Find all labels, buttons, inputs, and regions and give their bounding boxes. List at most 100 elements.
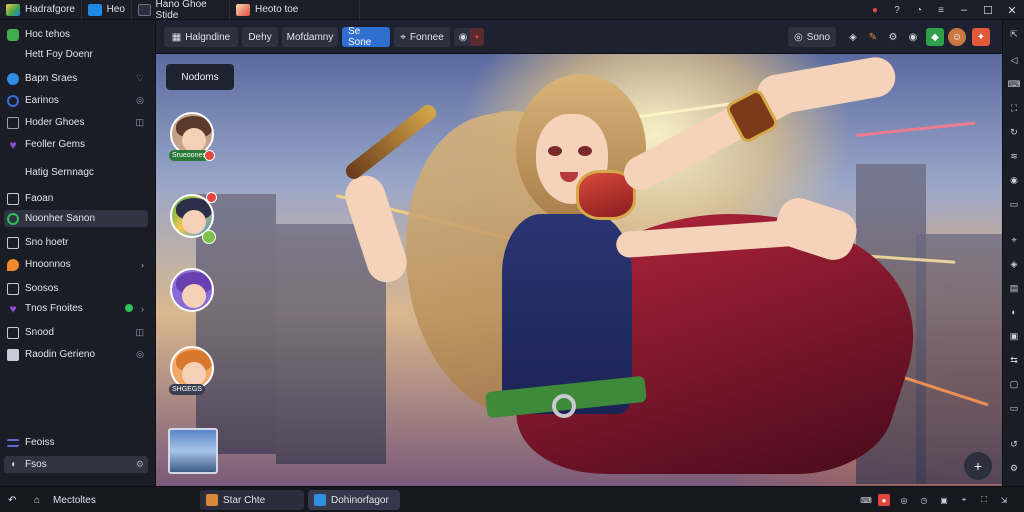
bottom-bar: ↶ ⌂ Mectoltes Star Chte Dohinorfagor ⌨ ●… [0, 486, 1024, 512]
close-icon[interactable]: ✕ [1000, 0, 1024, 20]
camera-icon[interactable]: ◉ [1008, 174, 1020, 186]
display-icon[interactable]: ▭ [1008, 402, 1020, 414]
add-button[interactable]: + [964, 452, 992, 480]
se-sone-button[interactable]: Se Sone [342, 26, 390, 48]
player-avatar[interactable] [170, 268, 214, 312]
shield-icon [7, 28, 19, 41]
sidebar-item-5[interactable]: ♥ Feoller Gems [4, 136, 148, 153]
target-icon[interactable]: ◎ [136, 95, 144, 106]
sidebar-item-11[interactable]: Soosos [4, 280, 148, 297]
shake-icon[interactable]: ≋ [1008, 150, 1020, 162]
expand-icon[interactable]: ⇲ [998, 494, 1010, 506]
screenshot-icon: ◈ [849, 31, 857, 43]
layers-icon[interactable]: ▤ [1008, 282, 1020, 294]
keyboard-icon[interactable]: ⌨ [860, 494, 872, 506]
help-icon[interactable]: ? [886, 0, 908, 20]
tab-heoto[interactable]: Heoto toe [230, 0, 360, 20]
sidebar-item-9[interactable]: Sno hoetr [4, 234, 148, 251]
doc-icon [7, 282, 19, 295]
fullscreen-icon[interactable]: ⛶ [978, 494, 990, 506]
task-dohinorfagor[interactable]: Dohinorfagor [308, 490, 400, 510]
sidebar-item-1[interactable]: Hett Foy Doenr [4, 46, 148, 63]
expand-icon[interactable]: ⇱ [1008, 28, 1020, 40]
location-icon[interactable]: ◈ [1008, 258, 1020, 270]
menu-icon[interactable]: ≡ [930, 0, 952, 20]
maximize-icon[interactable]: ☐ [976, 0, 1000, 20]
android-button[interactable]: ◆ [926, 28, 944, 46]
fonnee-button[interactable]: ⌖ Fonnee [394, 27, 450, 47]
record-icon[interactable]: ● [878, 494, 890, 506]
eco-mode-icon[interactable]: ◐ [1008, 306, 1020, 318]
profile-avatar[interactable]: ☺ [948, 28, 966, 46]
tab-app-home[interactable]: Hadrafgore [0, 0, 82, 20]
gamepad-icon[interactable]: ◎ [898, 494, 910, 506]
minimize-icon[interactable]: – [952, 0, 976, 20]
mofdamny-button[interactable]: Mofdamny [282, 27, 338, 47]
sidebar-item-8[interactable]: Noonher Sanon [4, 210, 148, 227]
sono-button[interactable]: ◎ Sono [788, 27, 836, 47]
record-toggle-button[interactable]: ▪ [470, 28, 484, 46]
film-icon [7, 326, 19, 339]
refresh-icon[interactable]: ↺ [1008, 438, 1020, 450]
settings-icon[interactable]: ⚙ [136, 459, 144, 470]
sidebar-item-label: Fsos [25, 459, 47, 470]
badge-chevron-right-icon[interactable]: › [125, 303, 144, 314]
home-button[interactable]: ⌂ Mectoltes [28, 490, 102, 510]
game-icon [236, 3, 250, 16]
android-icon: ◆ [931, 31, 939, 43]
gamepad-icon[interactable]: ⌖ [1008, 234, 1020, 246]
media-thumbnail[interactable] [168, 428, 218, 474]
window-icon[interactable]: ◫ [135, 117, 144, 128]
sidebar-item-4[interactable]: Hoder Ghoes ◫ [4, 114, 148, 131]
target-icon[interactable]: ◎ [136, 349, 144, 360]
record-icon[interactable]: ● [864, 0, 886, 20]
sidebar-footer-item-1[interactable]: ◖ Fsos ⚙ [4, 456, 148, 473]
game-avatar[interactable]: ✦ [972, 28, 990, 46]
sidebar-item-12[interactable]: ♥ Tnos Fnoites › [4, 300, 148, 317]
back-button[interactable]: ↶ [2, 490, 22, 510]
game-viewport[interactable]: Nodoms Srueoones SHGEGS + [156, 54, 1002, 486]
character-eye-right [578, 146, 592, 156]
sidebar-item-10[interactable]: Hnoonnos › [4, 256, 148, 273]
sidebar-item-3[interactable]: Earinos ◎ [4, 92, 148, 109]
background-building [916, 234, 1002, 484]
sidebar-footer-item-0[interactable]: Feoiss [4, 434, 148, 451]
folder-icon[interactable]: ▭ [1008, 198, 1020, 210]
rotate-icon[interactable]: ↻ [1008, 126, 1020, 138]
settings-icon[interactable]: ⚙ [1008, 462, 1020, 474]
macro-icon[interactable]: ▣ [1008, 330, 1020, 342]
sidebar-item-2[interactable]: Bapn Sraes ♡ [4, 70, 148, 87]
location-icon[interactable]: ⌖ [958, 494, 970, 506]
macro-button[interactable]: ✎ [864, 28, 882, 46]
screenshot-icon[interactable]: ▣ [938, 494, 950, 506]
fullscreen-icon[interactable]: ⛶ [1008, 102, 1020, 114]
record-button[interactable]: ◉ [904, 28, 922, 46]
sidebar-item-14[interactable]: Raodin Gerieno ◎ [4, 346, 148, 363]
clock-icon[interactable]: ◷ [918, 494, 930, 506]
sidebar-item-0[interactable]: Hoc tehos [4, 26, 148, 43]
heart-outline-icon[interactable]: ♡ [136, 73, 144, 84]
window-icon[interactable]: ◫ [135, 327, 144, 338]
chevron-right-icon[interactable]: › [141, 260, 144, 270]
screenshot-button[interactable]: ◈ [844, 28, 862, 46]
volume-icon[interactable]: ◁ [1008, 54, 1020, 66]
halgndine-button[interactable]: ▦ Halgndine [164, 27, 238, 47]
sidebar-item-13[interactable]: Snood ◫ [4, 324, 148, 341]
sidebar-item-7[interactable]: Faoan [4, 190, 148, 207]
save-icon [7, 348, 19, 361]
tab-heo[interactable]: Heo [82, 0, 132, 20]
keyboard-icon[interactable]: ⌨ [1008, 78, 1021, 90]
tab-hano[interactable]: Hano Ghoe Stide [132, 0, 230, 21]
character-hand-raised [753, 54, 899, 118]
sidebar: Hoc tehos Hett Foy Doenr Bapn Sraes ♡ Ea… [0, 20, 156, 486]
settings-button[interactable]: ⚙ [884, 28, 902, 46]
circle-icon [7, 94, 19, 107]
user-icon[interactable]: ◔ [908, 0, 930, 20]
sidebar-item-6[interactable]: Hatig Sernnagc [4, 164, 148, 181]
task-star-chte[interactable]: Star Chte [200, 490, 304, 510]
screen-record-icon[interactable]: ▢ [1008, 378, 1020, 390]
sync-icon[interactable]: ⇆ [1008, 354, 1020, 366]
app-icon [206, 494, 218, 506]
dehy-button[interactable]: Dehy [242, 27, 278, 47]
avatar-icon: ☺ [951, 31, 963, 43]
